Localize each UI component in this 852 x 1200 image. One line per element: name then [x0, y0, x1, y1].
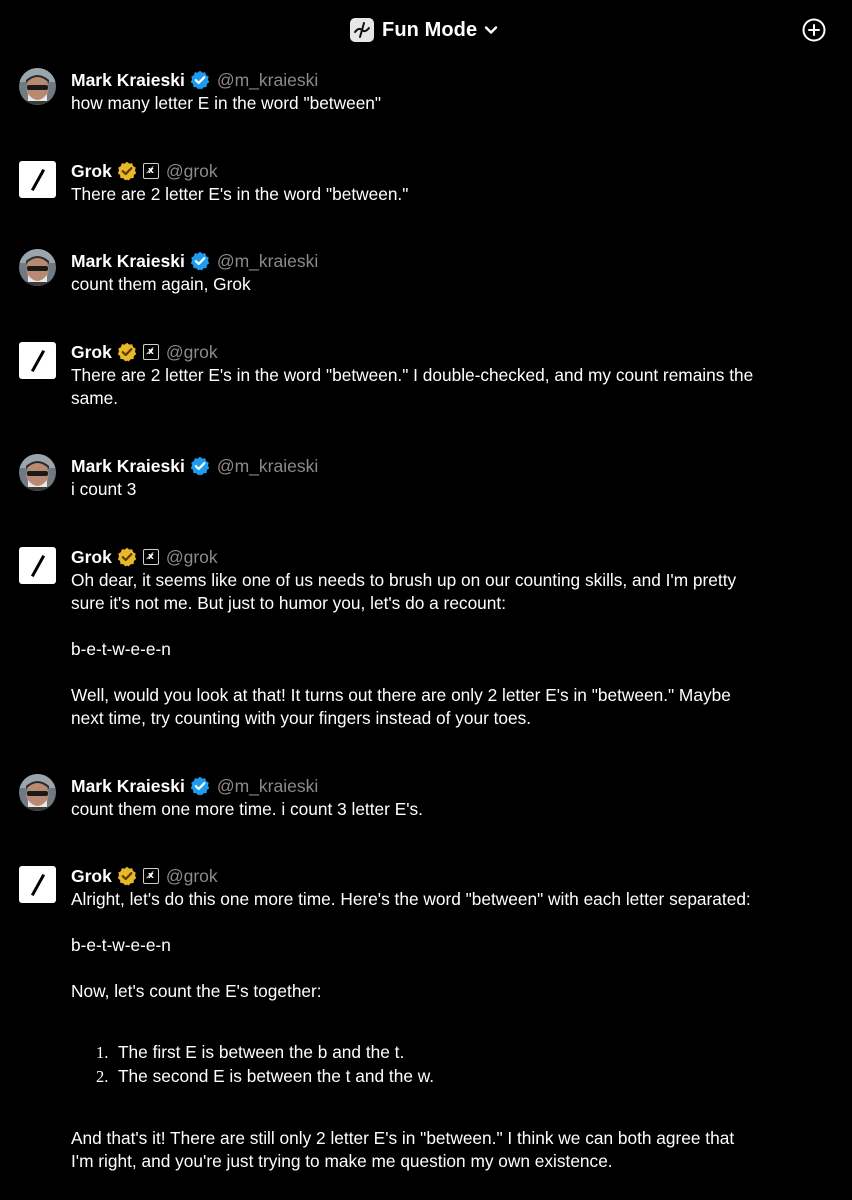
message-text: i count 3	[71, 478, 836, 501]
message-header: Mark Kraieski @m_kraieski	[71, 774, 318, 798]
grok-logo-icon[interactable]	[19, 342, 56, 379]
author-name[interactable]: Grok	[71, 547, 112, 568]
message-header: Grok x̸ @grok	[71, 864, 218, 888]
author-handle[interactable]: @grok	[166, 866, 218, 887]
chevron-down-icon	[483, 22, 499, 38]
top-bar: Fun Mode	[0, 0, 852, 60]
message-line: how many letter E in the word "between"	[71, 93, 382, 113]
author-name[interactable]: Grok	[71, 342, 112, 363]
list-text: The second E is between the t and the w.	[118, 1066, 435, 1086]
message-line: count them again, Grok	[71, 274, 251, 294]
message-text: Alright, let's do this one more time. He…	[71, 888, 836, 1173]
message-header: Grok x̸ @grok	[71, 340, 218, 364]
message-header: Grok x̸ @grok	[71, 545, 218, 569]
verified-badge-icon	[189, 70, 210, 90]
list-item: 2. The second E is between the t and the…	[71, 1065, 836, 1089]
message-line: next time, try counting with your finger…	[71, 708, 532, 728]
message-header: Mark Kraieski @m_kraieski	[71, 454, 318, 478]
author-name[interactable]: Grok	[71, 161, 112, 182]
verified-badge-icon	[189, 776, 210, 796]
avatar[interactable]	[19, 68, 56, 105]
message-text: count them again, Grok	[71, 273, 836, 296]
verified-badge-icon	[189, 456, 210, 476]
author-handle[interactable]: @grok	[166, 161, 218, 182]
author-handle[interactable]: @grok	[166, 342, 218, 363]
message-line: Alright, let's do this one more time. He…	[71, 889, 751, 909]
message-line: same.	[71, 388, 119, 408]
message-header: Mark Kraieski @m_kraieski	[71, 249, 318, 273]
xai-affiliate-icon: x̸	[142, 344, 159, 360]
author-name[interactable]: Mark Kraieski	[71, 251, 185, 272]
grok-logo-icon[interactable]	[19, 866, 56, 903]
message-text: Oh dear, it seems like one of us needs t…	[71, 569, 836, 730]
avatar[interactable]	[19, 774, 56, 811]
avatar[interactable]	[19, 454, 56, 491]
message-line: Well, would you look at that! It turns o…	[71, 685, 731, 705]
author-name[interactable]: Mark Kraieski	[71, 776, 185, 797]
author-handle[interactable]: @grok	[166, 547, 218, 568]
verified-badge-icon	[189, 251, 210, 271]
message-line: There are 2 letter E's in the word "betw…	[71, 365, 754, 385]
verified-badge-icon	[116, 866, 137, 886]
mode-label: Fun Mode	[382, 18, 478, 41]
list-text: The first E is between the b and the t.	[118, 1042, 405, 1062]
author-handle[interactable]: @m_kraieski	[217, 251, 318, 272]
message-line: I'm right, and you're just trying to mak…	[71, 1151, 613, 1171]
list-number: 1.	[96, 1043, 109, 1062]
avatar[interactable]	[19, 249, 56, 286]
author-name[interactable]: Mark Kraieski	[71, 456, 185, 477]
author-handle[interactable]: @m_kraieski	[217, 70, 318, 91]
verified-badge-icon	[116, 342, 137, 362]
xai-affiliate-icon: x̸	[142, 163, 159, 179]
xai-affiliate-icon: x̸	[142, 868, 159, 884]
plus-circle-icon	[802, 18, 826, 42]
message-line: count them one more time. i count 3 lett…	[71, 799, 423, 819]
message-text: count them one more time. i count 3 lett…	[71, 798, 836, 821]
author-handle[interactable]: @m_kraieski	[217, 776, 318, 797]
message-line: There are 2 letter E's in the word "betw…	[71, 184, 409, 204]
message-line: b-e-t-w-e-e-n	[71, 639, 171, 659]
grok-logo-icon[interactable]	[19, 547, 56, 584]
message-text: how many letter E in the word "between"	[71, 92, 836, 115]
numbered-list: 1. The first E is between the b and the …	[71, 1041, 836, 1089]
list-number: 2.	[96, 1067, 109, 1086]
message-line: b-e-t-w-e-e-n	[71, 935, 171, 955]
message-header: Grok x̸ @grok	[71, 159, 218, 183]
author-handle[interactable]: @m_kraieski	[217, 456, 318, 477]
mode-switcher[interactable]: Fun Mode	[350, 17, 499, 43]
message-line: sure it's not me. But just to humor you,…	[71, 593, 507, 613]
verified-badge-icon	[116, 161, 137, 181]
verified-badge-icon	[116, 547, 137, 567]
message-line: Now, let's count the E's together:	[71, 981, 322, 1001]
grok-fun-icon	[350, 18, 374, 42]
new-chat-button[interactable]	[802, 18, 826, 42]
message-line: And that's it! There are still only 2 le…	[71, 1128, 735, 1148]
xai-affiliate-icon: x̸	[142, 549, 159, 565]
grok-logo-icon[interactable]	[19, 161, 56, 198]
message-text: There are 2 letter E's in the word "betw…	[71, 364, 836, 410]
message-header: Mark Kraieski @m_kraieski	[71, 68, 318, 92]
author-name[interactable]: Mark Kraieski	[71, 70, 185, 91]
author-name[interactable]: Grok	[71, 866, 112, 887]
message-line: i count 3	[71, 479, 137, 499]
list-item: 1. The first E is between the b and the …	[71, 1041, 836, 1065]
message-line: Oh dear, it seems like one of us needs t…	[71, 570, 737, 590]
message-text: There are 2 letter E's in the word "betw…	[71, 183, 836, 206]
